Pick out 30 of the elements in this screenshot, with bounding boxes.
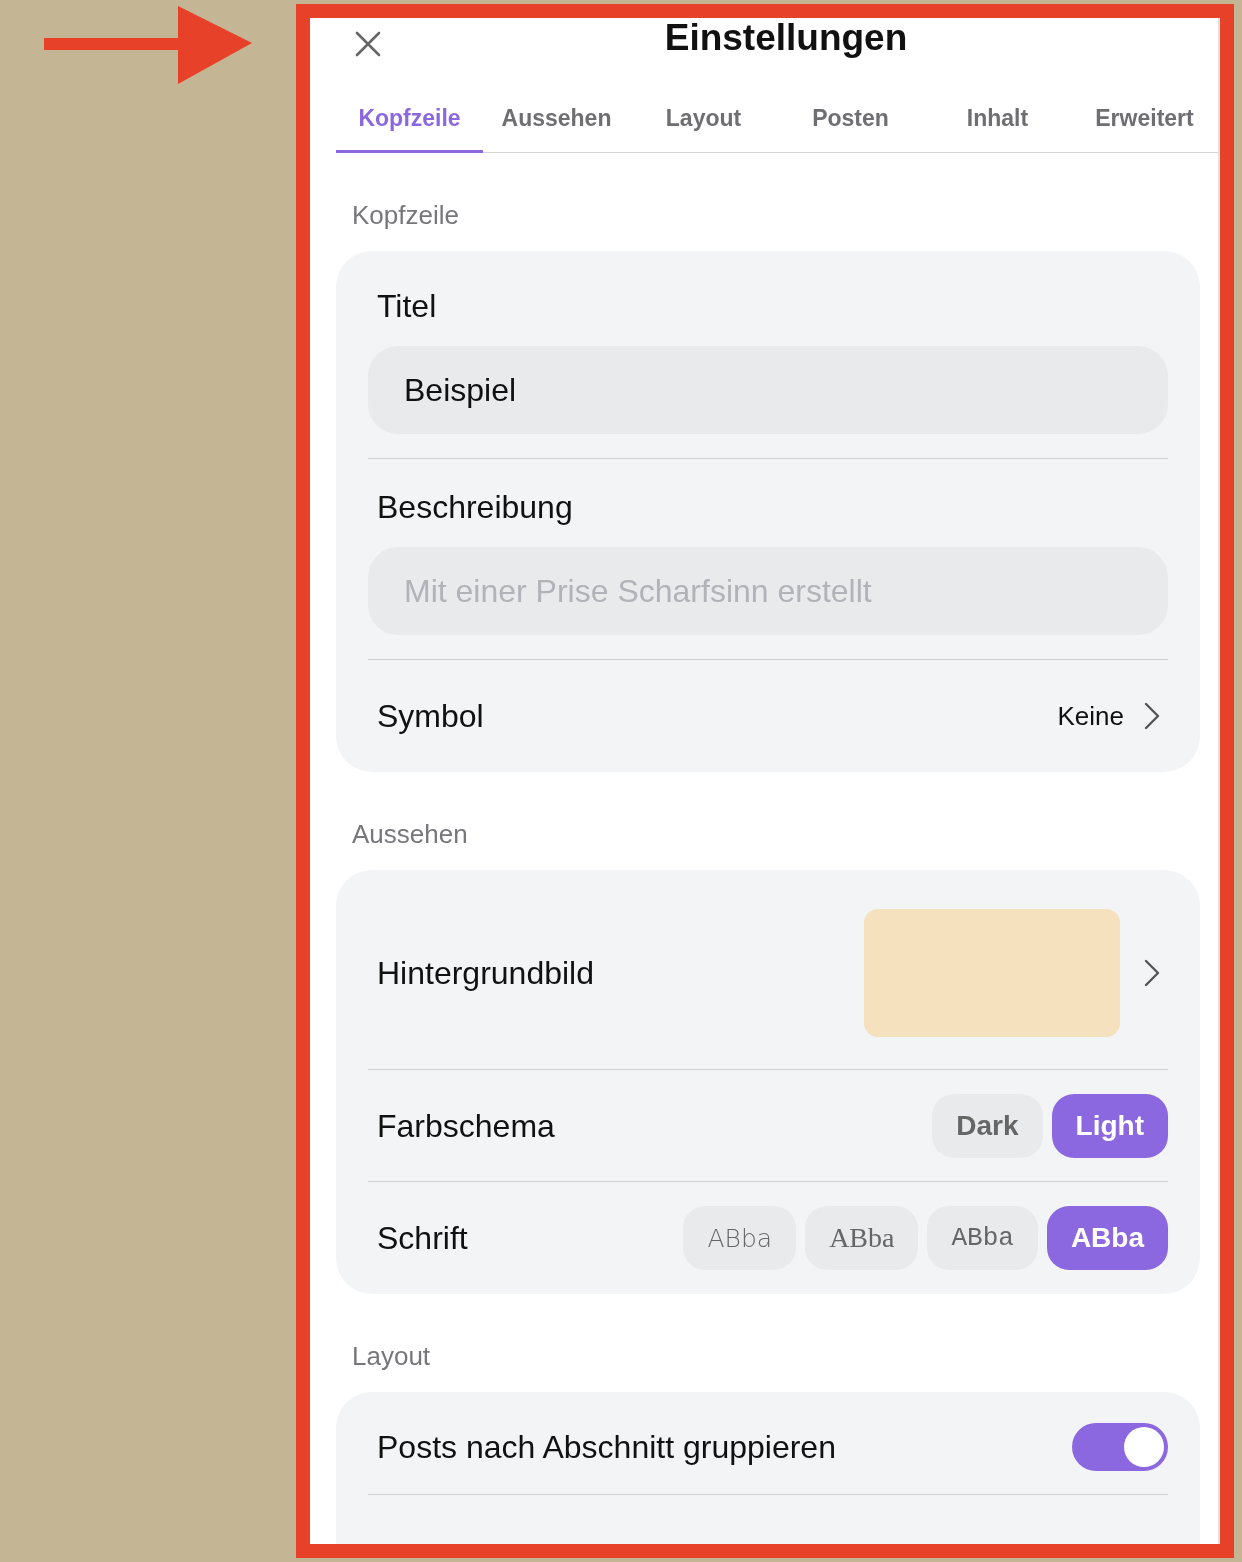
text-field[interactable]: Beispiel	[368, 346, 1168, 434]
toggle-switch[interactable]	[1072, 1422, 1168, 1471]
tab[interactable]: Kopfzeile	[336, 84, 483, 153]
tab[interactable]: Aussehen	[483, 84, 630, 153]
setting-label: Hintergrundbild	[376, 954, 594, 993]
field-label: Beschreibung	[376, 488, 574, 527]
option-button[interactable]: Dark	[932, 1093, 1043, 1158]
arrow-icon	[44, 6, 254, 84]
option-button[interactable]: ABba	[927, 1206, 1038, 1270]
option-button[interactable]: ABba	[683, 1206, 797, 1270]
option-button[interactable]: ABba	[805, 1206, 919, 1270]
setting-value[interactable]: Keine	[1057, 700, 1124, 732]
section-heading: Aussehen	[351, 818, 469, 851]
setting-label: Farbschema	[376, 1106, 555, 1146]
tab[interactable]: Erweitert	[1071, 84, 1218, 153]
close-icon[interactable]	[355, 31, 381, 57]
option-button[interactable]: Light	[1051, 1093, 1168, 1158]
tab[interactable]: Posten	[777, 84, 924, 153]
window-title: Einstellungen	[664, 18, 908, 60]
chevron-right-icon	[1144, 702, 1160, 730]
chevron-right-icon	[1144, 959, 1160, 987]
setting-label: Symbol	[376, 697, 484, 736]
setting-label: Posts nach Abschnitt gruppieren	[376, 1427, 836, 1467]
tab[interactable]: Layout	[630, 84, 777, 153]
section-heading: Kopfzeile	[351, 199, 460, 232]
field-label: Titel	[376, 287, 438, 326]
setting-label: Schrift	[376, 1219, 468, 1258]
section-heading: Layout	[351, 1340, 432, 1373]
option-button[interactable]: ABba	[1046, 1206, 1168, 1270]
tab[interactable]: Inhalt	[924, 84, 1071, 153]
